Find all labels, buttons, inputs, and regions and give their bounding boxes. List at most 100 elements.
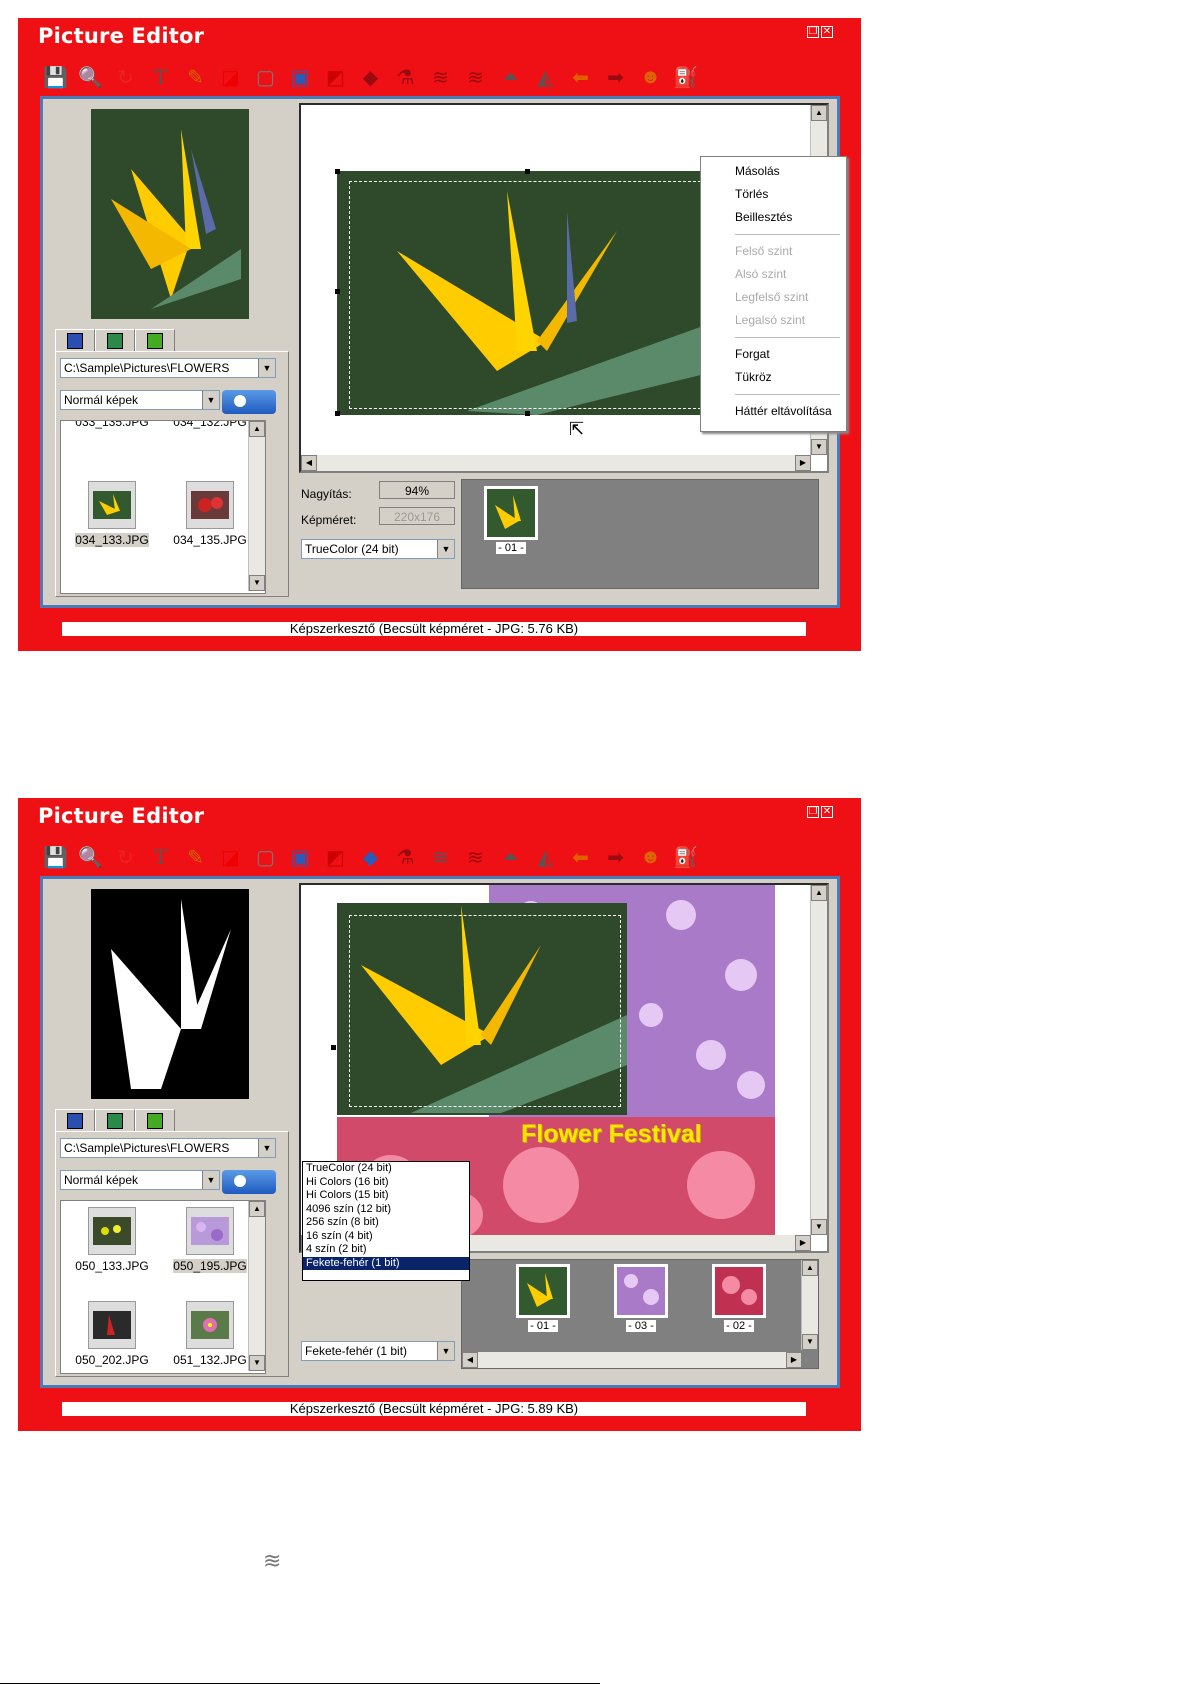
size-field[interactable]: 220x176 [379, 507, 455, 525]
text-icon[interactable]: T [145, 842, 176, 873]
restore-icon[interactable]: ❐ [807, 806, 819, 818]
save-icon[interactable]: 💾 [40, 62, 71, 93]
search-button[interactable] [222, 390, 276, 414]
scroll-down-icon[interactable]: ▼ [811, 1219, 827, 1235]
chevron-down-icon[interactable]: ▼ [258, 359, 275, 377]
option-hicolor-15[interactable]: Hi Colors (15 bit) [303, 1189, 469, 1203]
option-bw[interactable]: Fekete-fehér (1 bit) [303, 1256, 469, 1270]
search-button[interactable] [222, 1170, 276, 1194]
scroll-up-icon[interactable]: ▲ [811, 105, 827, 121]
scroll-down-icon[interactable]: ▼ [802, 1334, 818, 1350]
new-page-icon[interactable]: ▢ [250, 62, 281, 93]
filmstrip-vscroll[interactable]: ▲ ▼ [801, 1260, 818, 1350]
film-frame[interactable] [712, 1264, 766, 1318]
menu-item-lower[interactable]: Alsó szint [735, 267, 786, 281]
color-icon[interactable]: ◪ [215, 842, 246, 873]
tab-effects[interactable] [135, 329, 175, 351]
tab-effects[interactable] [135, 1109, 175, 1131]
menu-item-rotate[interactable]: Forgat [735, 347, 770, 361]
scroll-right-icon[interactable]: ▶ [795, 1235, 811, 1251]
resize-handle[interactable] [525, 411, 530, 416]
flip-vertical-icon[interactable]: ⏶ [495, 842, 526, 873]
selection-marquee[interactable] [349, 915, 621, 1107]
option-4096[interactable]: 4096 szín (12 bit) [303, 1203, 469, 1217]
tab-folder[interactable] [55, 1109, 95, 1131]
list-item[interactable]: 051_132.JPG [165, 1301, 255, 1367]
close-icon[interactable]: ✕ [821, 806, 833, 818]
close-icon[interactable]: ✕ [821, 26, 833, 38]
save-icon[interactable]: 💾 [40, 842, 71, 873]
chevron-down-icon[interactable]: ▼ [437, 1342, 454, 1360]
zoom-field[interactable]: 94% [379, 481, 455, 499]
thumbnail-scrollbar[interactable]: ▲ ▼ [248, 421, 265, 591]
scroll-left-icon[interactable]: ◀ [301, 455, 317, 471]
rotate-icon[interactable]: ↻ [110, 62, 141, 93]
paint-bucket-icon[interactable]: ⛽ [670, 842, 701, 873]
clear-icon[interactable]: ⚗ [390, 842, 421, 873]
list-item[interactable]: 050_133.JPG [67, 1207, 157, 1273]
menu-item-top[interactable]: Legfelső szint [735, 290, 808, 304]
list-item[interactable]: 050_202.JPG [67, 1301, 157, 1367]
resize-handle[interactable] [335, 289, 340, 294]
zoom-icon[interactable]: 🔍 [75, 842, 106, 873]
stack-alt-icon[interactable]: ≋ [460, 62, 491, 93]
redo-icon[interactable]: ➡ [600, 842, 631, 873]
chevron-down-icon[interactable]: ▼ [202, 1171, 219, 1189]
flip-vertical-icon[interactable]: ⏶ [495, 62, 526, 93]
scroll-down-icon[interactable]: ▼ [249, 1355, 265, 1371]
option-hicolor-16[interactable]: Hi Colors (16 bit) [303, 1176, 469, 1190]
list-item[interactable]: 034_135.JPG [165, 481, 255, 547]
list-item[interactable]: 050_195.JPG [165, 1207, 255, 1273]
option-4[interactable]: 4 szín (2 bit) [303, 1243, 469, 1257]
scroll-up-icon[interactable]: ▲ [802, 1260, 818, 1276]
chevron-down-icon[interactable]: ▼ [258, 1139, 275, 1157]
film-frame[interactable] [484, 486, 538, 540]
tab-folder[interactable] [55, 329, 95, 351]
menu-item-delete[interactable]: Törlés [735, 187, 768, 201]
paint-bucket-icon[interactable]: ⛽ [670, 62, 701, 93]
scroll-up-icon[interactable]: ▲ [249, 421, 265, 437]
option-truecolor[interactable]: TrueColor (24 bit) [303, 1162, 469, 1176]
layer-icon[interactable]: ◩ [320, 842, 351, 873]
menu-item-paste[interactable]: Beillesztés [735, 210, 792, 224]
option-256[interactable]: 256 szín (8 bit) [303, 1216, 469, 1230]
stack-alt-icon[interactable]: ≋ [460, 842, 491, 873]
scroll-down-icon[interactable]: ▼ [249, 575, 265, 591]
filter-select[interactable]: Normál képek ▼ [60, 1170, 220, 1190]
option-16[interactable]: 16 szín (4 bit) [303, 1230, 469, 1244]
color-mode-select[interactable]: TrueColor (24 bit) ▼ [301, 539, 455, 559]
pencil-icon[interactable]: ✎ [180, 842, 211, 873]
selection-marquee[interactable] [349, 181, 711, 409]
scroll-up-icon[interactable]: ▲ [249, 1201, 265, 1217]
flip-horizontal-icon[interactable]: ◭ [530, 842, 561, 873]
stack-icon[interactable]: ≋ [425, 842, 456, 873]
scroll-right-icon[interactable]: ▶ [786, 1352, 802, 1368]
tab-picture[interactable] [95, 1109, 135, 1131]
thumbnail-scrollbar[interactable]: ▲ ▼ [248, 1201, 265, 1371]
resize-handle[interactable] [335, 411, 340, 416]
people-icon[interactable]: ☻ [635, 842, 666, 873]
filter-select[interactable]: Normál képek ▼ [60, 390, 220, 410]
zoom-icon[interactable]: 🔍 [75, 62, 106, 93]
restore-icon[interactable]: ❐ [807, 26, 819, 38]
undo-icon[interactable]: ⬅ [565, 842, 596, 873]
chevron-down-icon[interactable]: ▼ [202, 391, 219, 409]
text-icon[interactable]: T [145, 62, 176, 93]
resize-handle[interactable] [331, 1045, 336, 1050]
paste-page-icon[interactable]: ▣ [285, 842, 316, 873]
stack-icon[interactable]: ≋ [425, 62, 456, 93]
rotate-icon[interactable]: ↻ [110, 842, 141, 873]
pencil-icon[interactable]: ✎ [180, 62, 211, 93]
menu-item-bottom[interactable]: Legalsó szint [735, 313, 805, 327]
canvas-hscroll[interactable]: ◀ ▶ [301, 455, 811, 471]
scroll-up-icon[interactable]: ▲ [811, 885, 827, 901]
filmstrip-hscroll[interactable]: ◀ ▶ [462, 1352, 802, 1368]
color-mode-select[interactable]: Fekete-fehér (1 bit) ▼ [301, 1341, 455, 1361]
resize-handle[interactable] [525, 169, 530, 174]
menu-item-mirror[interactable]: Tükröz [735, 370, 772, 384]
undo-icon[interactable]: ⬅ [565, 62, 596, 93]
film-frame[interactable] [614, 1264, 668, 1318]
path-select[interactable]: C:\Sample\Pictures\FLOWERS ▼ [60, 1138, 276, 1158]
film-frame[interactable] [516, 1264, 570, 1318]
fill-icon[interactable]: ◆ [355, 842, 386, 873]
